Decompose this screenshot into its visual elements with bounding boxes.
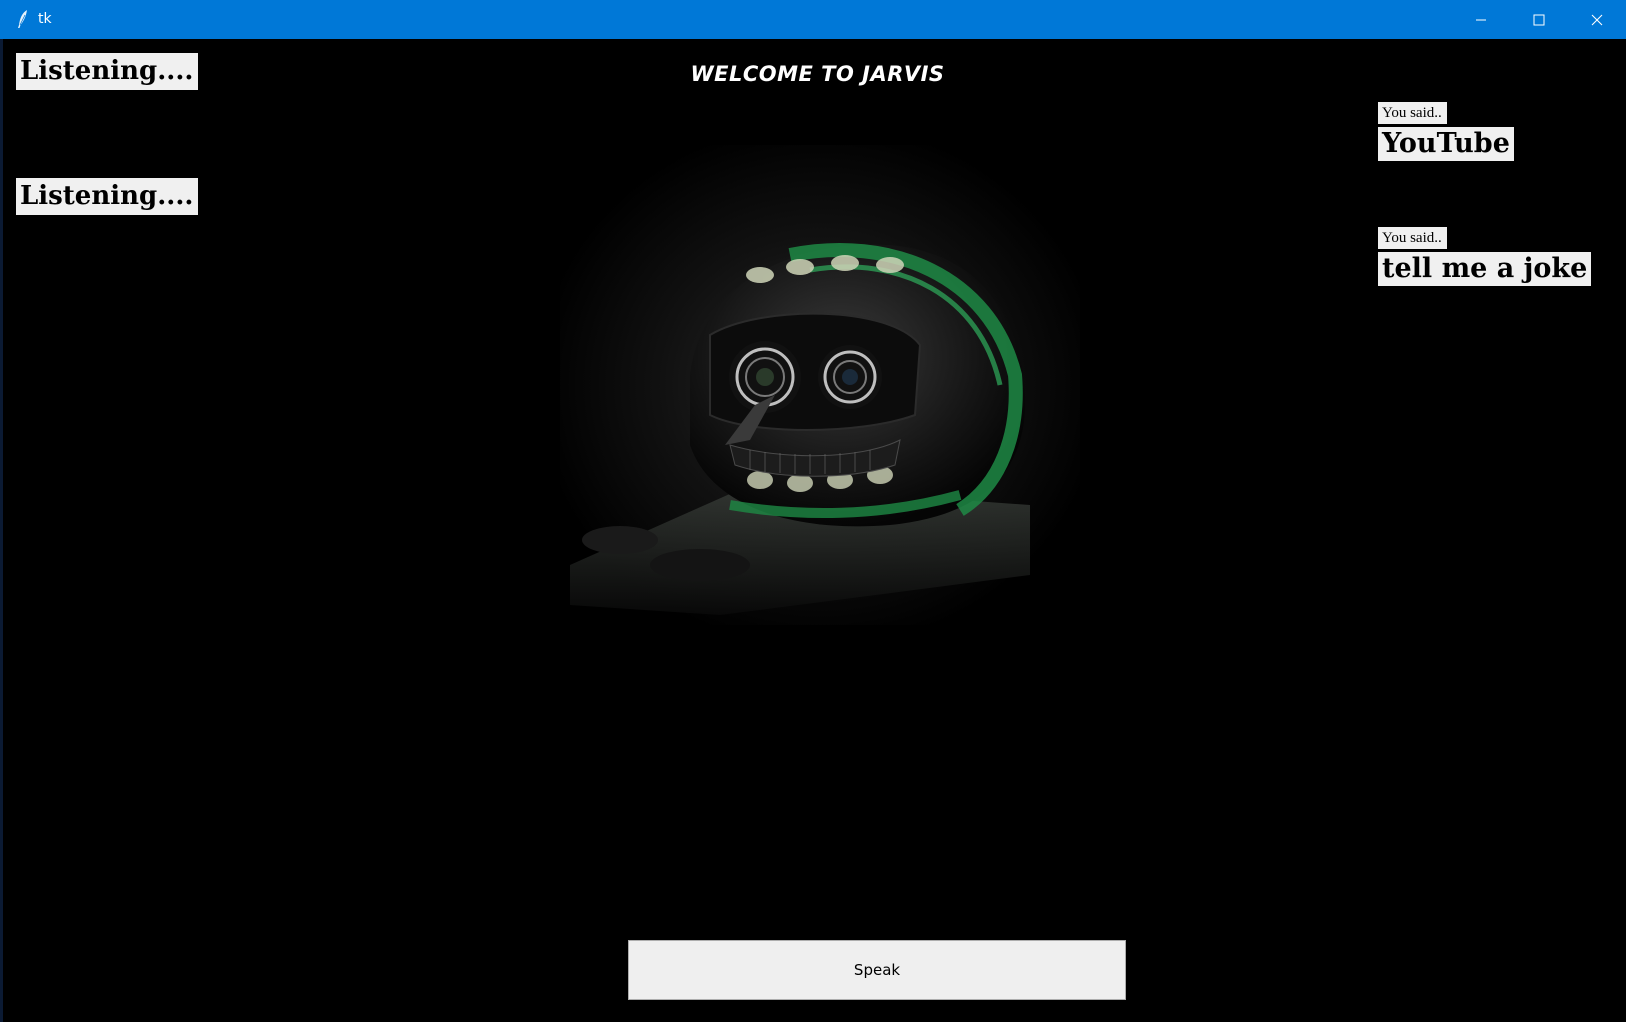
welcome-heading: WELCOME TO JARVIS [690, 62, 945, 86]
recognized-speech-text: tell me a joke [1378, 252, 1592, 286]
close-icon [1591, 14, 1603, 25]
listening-label: Listening.... [16, 178, 199, 215]
listening-label: Listening.... [16, 53, 199, 90]
feather-icon [18, 10, 27, 28]
window-title: tk [38, 11, 52, 27]
recognized-speech-text: YouTube [1378, 127, 1514, 161]
you-said-label: You said.. [1378, 102, 1447, 124]
title-bar[interactable]: tk [0, 0, 1626, 39]
minimize-icon [1476, 19, 1486, 20]
maximize-icon [1533, 14, 1545, 25]
close-button[interactable] [1568, 0, 1626, 39]
app-window: tk Listening.... Listening.... WELCOME T… [0, 0, 1626, 1022]
maximize-button[interactable] [1510, 0, 1568, 39]
speak-button[interactable]: Speak [628, 940, 1126, 1000]
you-said-label: You said.. [1378, 227, 1447, 249]
minimize-button[interactable] [1452, 0, 1510, 39]
robot-helmet-image [560, 145, 1080, 625]
